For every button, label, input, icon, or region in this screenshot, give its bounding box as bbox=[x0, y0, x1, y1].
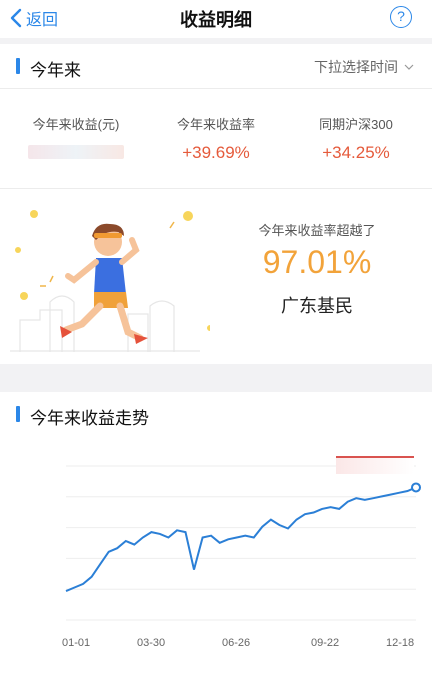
stat-label: 今年来收益率 bbox=[176, 117, 255, 132]
x-tick-label: 12-18 bbox=[386, 637, 415, 649]
summary-header: 今年来 下拉选择时间 bbox=[0, 46, 432, 86]
section-title: 今年来收益走势 bbox=[30, 409, 149, 428]
series-endpoint bbox=[411, 482, 421, 493]
section-marker bbox=[16, 58, 20, 74]
nav-bar: 返回 收益明细 ? bbox=[0, 0, 432, 38]
question-circle-icon[interactable]: ? bbox=[390, 6, 412, 28]
masked-value bbox=[28, 145, 124, 159]
chart-grid bbox=[66, 465, 416, 621]
series-line bbox=[65, 486, 417, 593]
rank-group: 广东基民 bbox=[281, 296, 353, 316]
divider bbox=[0, 88, 432, 89]
time-dropdown[interactable]: 下拉选择时间 bbox=[314, 57, 414, 77]
page-title: 收益明细 bbox=[180, 10, 252, 30]
trend-header: 今年来收益走势 bbox=[0, 394, 432, 434]
runner-illustration bbox=[10, 210, 210, 352]
stat-hs300: 同期沪深300 +34.25% bbox=[284, 114, 428, 163]
section-marker bbox=[16, 406, 20, 422]
rank-value: 97.01% bbox=[262, 244, 372, 280]
dropdown-label: 下拉选择时间 bbox=[314, 59, 398, 75]
stat-value: +34.25% bbox=[322, 143, 390, 162]
stat-ytd-income: 今年来收益(元) bbox=[4, 114, 148, 164]
summary-card: 今年来 下拉选择时间 今年来收益(元) 今年来收益率 +39.69% 同期沪深3… bbox=[0, 44, 432, 364]
x-tick-label: 01-01 bbox=[62, 637, 91, 649]
divider bbox=[0, 188, 432, 189]
stat-value: +39.69% bbox=[182, 143, 250, 162]
stat-label: 今年来收益(元) bbox=[32, 117, 120, 132]
legend-marker bbox=[336, 456, 414, 474]
rank-label: 今年来收益率超越了 bbox=[258, 223, 376, 238]
x-tick-label: 09-22 bbox=[311, 637, 340, 649]
x-tick-label: 03-30 bbox=[137, 637, 166, 649]
stat-label: 同期沪深300 bbox=[319, 117, 393, 132]
section-title: 今年来 bbox=[30, 61, 81, 80]
x-tick-label: 06-26 bbox=[222, 637, 251, 649]
stat-ytd-return: 今年来收益率 +39.69% bbox=[144, 114, 288, 163]
chevron-down-icon bbox=[404, 64, 414, 70]
